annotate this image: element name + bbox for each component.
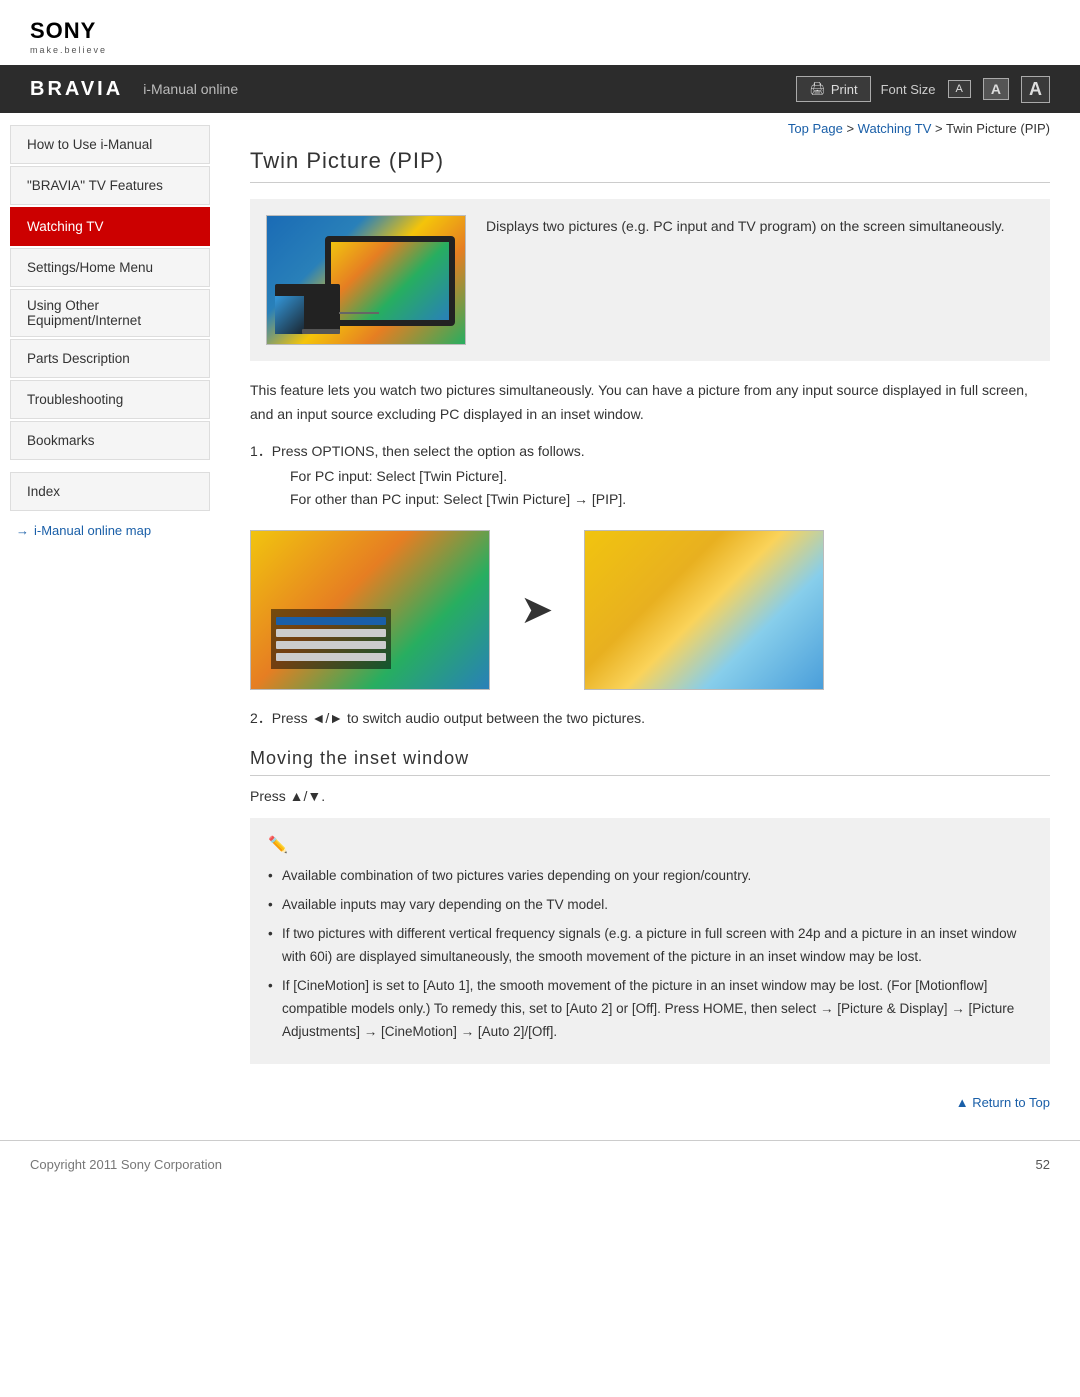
section-heading-moving: Moving the inset window bbox=[250, 748, 1050, 776]
breadcrumb-watching[interactable]: Watching TV bbox=[858, 121, 932, 136]
step-1-sub2: For other than PC input: Select [Twin Pi… bbox=[250, 488, 1050, 512]
bravia-logo: BRAVIA bbox=[30, 78, 123, 101]
main-layout: How to Use i-Manual "BRAVIA" TV Features… bbox=[0, 113, 1080, 1140]
page-title: Twin Picture (PIP) bbox=[250, 148, 1050, 183]
step-1: 1．Press OPTIONS, then select the option … bbox=[250, 441, 1050, 513]
note-icon: ✏️ bbox=[268, 832, 1032, 859]
font-small-button[interactable]: A bbox=[948, 80, 971, 98]
press-text: Press ▲/▼. bbox=[250, 788, 1050, 804]
content-area: Top Page > Watching TV > Twin Picture (P… bbox=[220, 113, 1080, 1140]
page-number: 52 bbox=[1036, 1157, 1050, 1172]
menu-item-selected bbox=[276, 617, 386, 625]
print-label: Print bbox=[831, 82, 858, 97]
breadcrumb-sep1: > bbox=[843, 121, 858, 136]
tv-screen bbox=[331, 242, 449, 320]
breadcrumb-sep2: > bbox=[931, 121, 946, 136]
diagram-after-image bbox=[584, 530, 824, 690]
laptop-base bbox=[302, 329, 340, 334]
nav-brand: BRAVIA i-Manual online bbox=[30, 78, 238, 101]
menu-item-1 bbox=[276, 629, 386, 637]
sony-logo: SONY bbox=[30, 18, 1050, 44]
note-list: Available combination of two pictures va… bbox=[268, 865, 1032, 1044]
menu-overlay bbox=[271, 609, 391, 669]
body-text: This feature lets you watch two pictures… bbox=[250, 379, 1050, 427]
breadcrumb-top[interactable]: Top Page bbox=[788, 121, 843, 136]
map-arrow-icon: → bbox=[16, 523, 29, 538]
menu-item-2 bbox=[276, 641, 386, 649]
map-link-label: i-Manual online map bbox=[34, 523, 151, 538]
font-large-button[interactable]: A bbox=[1021, 76, 1050, 103]
print-button[interactable]: 🖨 Print bbox=[796, 76, 870, 102]
copyright-text: Copyright 2011 Sony Corporation bbox=[30, 1157, 222, 1172]
sidebar-item-how-to-use[interactable]: How to Use i-Manual bbox=[10, 125, 210, 164]
sony-tagline: make.believe bbox=[30, 45, 1050, 55]
breadcrumb: Top Page > Watching TV > Twin Picture (P… bbox=[250, 113, 1050, 148]
sony-header: SONY make.believe bbox=[0, 0, 1080, 65]
note-item-2: Available inputs may vary depending on t… bbox=[268, 894, 1032, 917]
intro-text: Displays two pictures (e.g. PC input and… bbox=[486, 215, 1005, 237]
sidebar-item-settings[interactable]: Settings/Home Menu bbox=[10, 248, 210, 287]
note-item-4: If [CineMotion] is set to [Auto 1], the … bbox=[268, 975, 1032, 1044]
sidebar-item-bookmarks[interactable]: Bookmarks bbox=[10, 421, 210, 460]
manual-subtitle: i-Manual online bbox=[143, 81, 238, 97]
sidebar-item-index[interactable]: Index bbox=[10, 472, 210, 511]
sidebar-item-other-equipment[interactable]: Using Other Equipment/Internet bbox=[10, 289, 210, 337]
step-1-label: 1．Press OPTIONS, then select the option … bbox=[250, 441, 1050, 461]
return-top-link[interactable]: Return to Top bbox=[956, 1095, 1050, 1110]
note-item-3: If two pictures with different vertical … bbox=[268, 923, 1032, 969]
sidebar-map-link[interactable]: → i-Manual online map bbox=[0, 515, 220, 546]
font-medium-button[interactable]: A bbox=[983, 78, 1009, 100]
pip-diagram: ➤ bbox=[250, 530, 1050, 690]
sidebar-item-watching-tv[interactable]: Watching TV bbox=[10, 207, 210, 246]
pip-intro-image bbox=[266, 215, 466, 345]
footer: Copyright 2011 Sony Corporation 52 bbox=[0, 1140, 1080, 1188]
diagram-before-image bbox=[250, 530, 490, 690]
intro-section: Displays two pictures (e.g. PC input and… bbox=[250, 199, 1050, 361]
laptop-screen bbox=[275, 296, 304, 334]
note-box: ✏️ Available combination of two pictures… bbox=[250, 818, 1050, 1064]
font-size-label: Font Size bbox=[881, 82, 936, 97]
menu-item-3 bbox=[276, 653, 386, 661]
sidebar: How to Use i-Manual "BRAVIA" TV Features… bbox=[0, 113, 220, 1140]
sidebar-item-parts-description[interactable]: Parts Description bbox=[10, 339, 210, 378]
note-item-1: Available combination of two pictures va… bbox=[268, 865, 1032, 888]
step-2-label: 2．Press ◄/► to switch audio output betwe… bbox=[250, 708, 1050, 728]
breadcrumb-current: Twin Picture (PIP) bbox=[946, 121, 1050, 136]
nav-controls: 🖨 Print Font Size A A A bbox=[796, 76, 1050, 103]
print-icon: 🖨 bbox=[809, 81, 826, 97]
connection-cable bbox=[339, 312, 379, 314]
step-2: 2．Press ◄/► to switch audio output betwe… bbox=[250, 708, 1050, 728]
nav-bar: BRAVIA i-Manual online 🖨 Print Font Size… bbox=[0, 65, 1080, 113]
sidebar-item-bravia-features[interactable]: "BRAVIA" TV Features bbox=[10, 166, 210, 205]
laptop-display bbox=[275, 284, 340, 334]
return-to-top: Return to Top bbox=[250, 1084, 1050, 1110]
diagram-arrow-icon: ➤ bbox=[520, 587, 554, 633]
sidebar-item-troubleshooting[interactable]: Troubleshooting bbox=[10, 380, 210, 419]
step-1-sub1: For PC input: Select [Twin Picture]. bbox=[250, 465, 1050, 489]
